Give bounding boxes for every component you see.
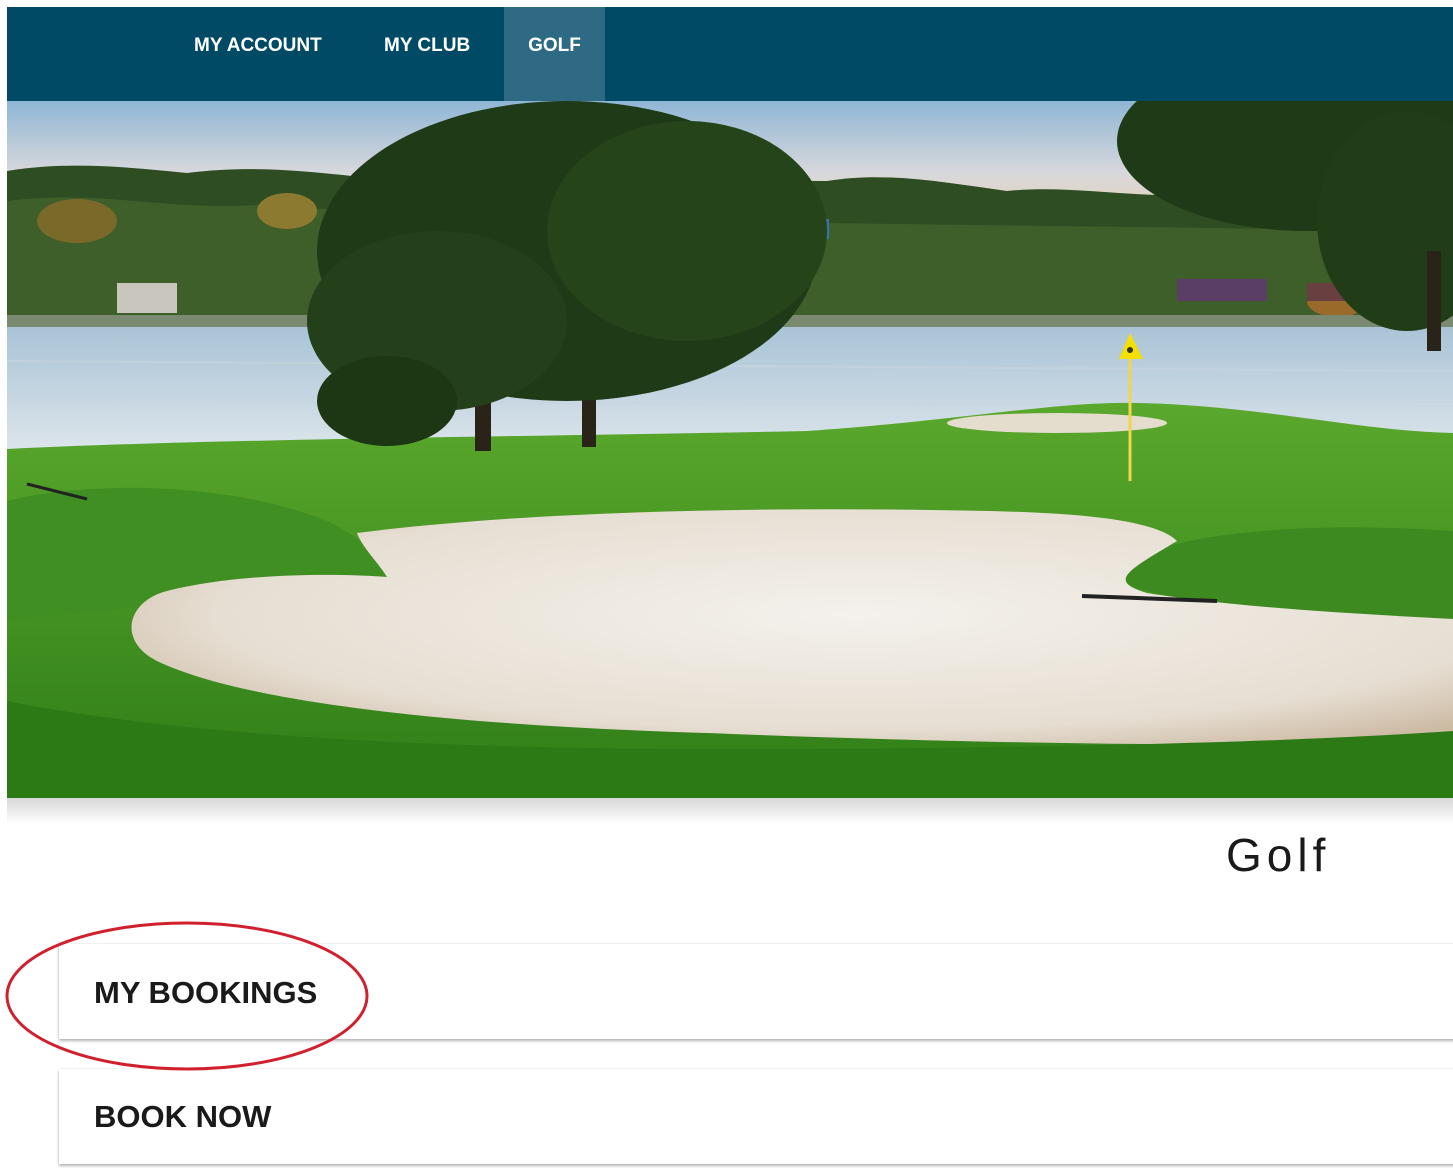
golf-page: MY ACCOUNT MY CLUB GOLF Golf MY BOOKINGS… (0, 0, 1453, 1168)
my-bookings-label: MY BOOKINGS (94, 975, 318, 1010)
nav-tab-my-account[interactable]: MY ACCOUNT (194, 7, 322, 101)
nav-tab-golf[interactable]: GOLF (504, 7, 605, 101)
hero-image (7, 101, 1453, 798)
my-bookings-card[interactable]: MY BOOKINGS (59, 944, 1453, 1039)
book-now-label: BOOK NOW (94, 1099, 272, 1134)
top-navigation: MY ACCOUNT MY CLUB GOLF (7, 7, 1453, 101)
book-now-card[interactable]: BOOK NOW (59, 1069, 1453, 1164)
page-title: Golf (1226, 829, 1331, 881)
hero-shadow (7, 798, 1453, 824)
nav-tab-my-club[interactable]: MY CLUB (384, 7, 470, 101)
